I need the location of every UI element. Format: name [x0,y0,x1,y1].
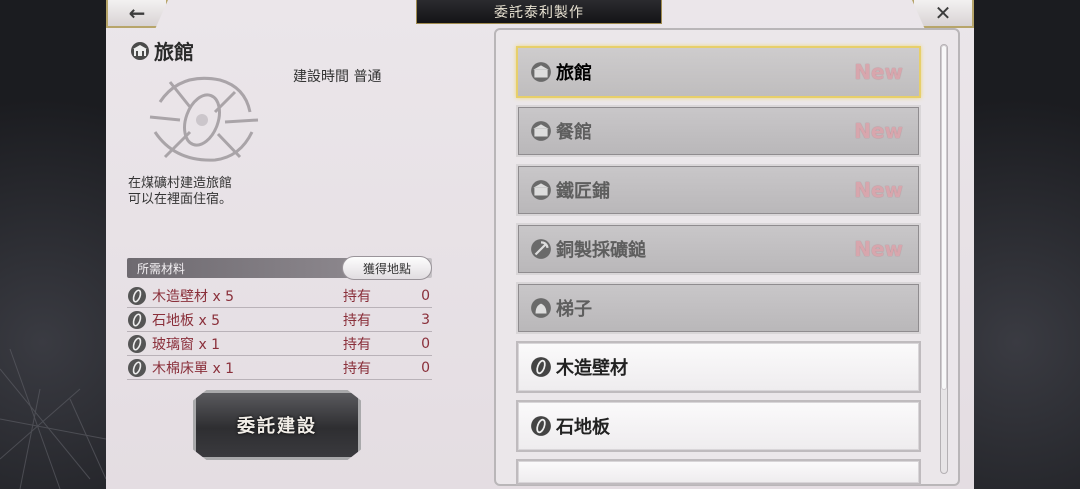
material-qty: 0 [421,359,430,376]
material-qty: 0 [421,287,430,304]
material-own-label: 持有 [343,360,371,377]
page-title-text: 委託泰利製作 [494,4,584,21]
material-row[interactable]: 木棉床單 x 1 持有 0 [127,356,432,380]
new-badge: New [854,60,903,84]
list-item-ladder[interactable]: 梯子 [516,282,921,334]
blueprint-emblem-icon [149,76,259,162]
list-item-label: 銅製採礦鎚 [556,240,646,261]
material-icon [128,310,146,329]
building-icon [531,180,551,200]
materials-list: 木造壁材 x 5 持有 0 石地板 x 5 持有 3 玻璃窗 x 1 持有 0 … [127,284,432,380]
material-row[interactable]: 木造壁材 x 5 持有 0 [127,284,432,308]
description-line-1: 在煤礦村建造旅館 [128,176,233,191]
list-item-copper-pickaxe[interactable]: 銅製採礦鎚 New [516,223,921,275]
material-own-label: 持有 [343,288,371,305]
material-icon [531,416,551,436]
list-item-label: 石地板 [556,417,610,438]
building-icon [131,41,149,60]
pickaxe-icon [531,239,551,259]
decorative-lines [0,348,106,489]
material-row[interactable]: 石地板 x 5 持有 3 [127,308,432,332]
list-item-label: 鐵匠鋪 [556,181,610,202]
description-line-2: 可以在裡面住宿。 [128,192,233,207]
material-own-label: 持有 [343,312,371,329]
page-title: 委託泰利製作 [416,0,662,24]
material-name: 石地板 x 5 [152,312,221,329]
item-title: 旅館 [130,36,194,65]
item-title-text: 旅館 [154,40,194,64]
new-badge: New [854,178,903,202]
list-item-label: 木造壁材 [556,358,628,379]
background-right [974,0,1080,489]
list-item-wood-wall[interactable]: 木造壁材 [516,341,921,393]
material-icon [531,357,551,377]
material-icon [128,286,146,305]
bag-icon [531,298,551,318]
get-location-button[interactable]: 獲得地點 [342,256,432,280]
item-description: 在煤礦村建造旅館 可以在裡面住宿。 [128,176,298,208]
list-item-stone-floor[interactable]: 石地板 [516,400,921,452]
building-icon [531,121,551,141]
new-badge: New [854,237,903,261]
material-icon [128,358,146,377]
material-own-label: 持有 [343,336,371,353]
back-arrow-icon: ← [128,1,146,25]
material-icon [128,334,146,353]
commission-build-button[interactable]: 委託建設 [193,390,361,460]
material-name: 木造壁材 x 5 [152,288,235,305]
new-badge: New [854,119,903,143]
list-item-inn[interactable]: 旅館 New [516,46,921,98]
material-qty: 0 [421,335,430,352]
list-item-partial[interactable] [516,459,921,485]
list-item-label: 餐館 [556,122,592,143]
material-row[interactable]: 玻璃窗 x 1 持有 0 [127,332,432,356]
materials-header-label: 所需材料 [137,261,186,276]
list-item-label: 旅館 [556,63,592,84]
list-item-restaurant[interactable]: 餐館 New [516,105,921,157]
material-qty: 3 [421,311,430,328]
get-location-label: 獲得地點 [362,261,411,276]
material-name: 玻璃窗 x 1 [152,336,221,353]
material-name: 木棉床單 x 1 [152,360,235,377]
scrollbar-thumb[interactable] [941,45,947,390]
list-item-smithy[interactable]: 鐵匠鋪 New [516,164,921,216]
building-icon [531,62,551,82]
build-time: 建設時間 普通 [293,69,382,85]
close-icon: ✕ [934,1,952,25]
commission-build-label: 委託建設 [237,416,317,437]
list-item-label: 梯子 [556,299,592,320]
